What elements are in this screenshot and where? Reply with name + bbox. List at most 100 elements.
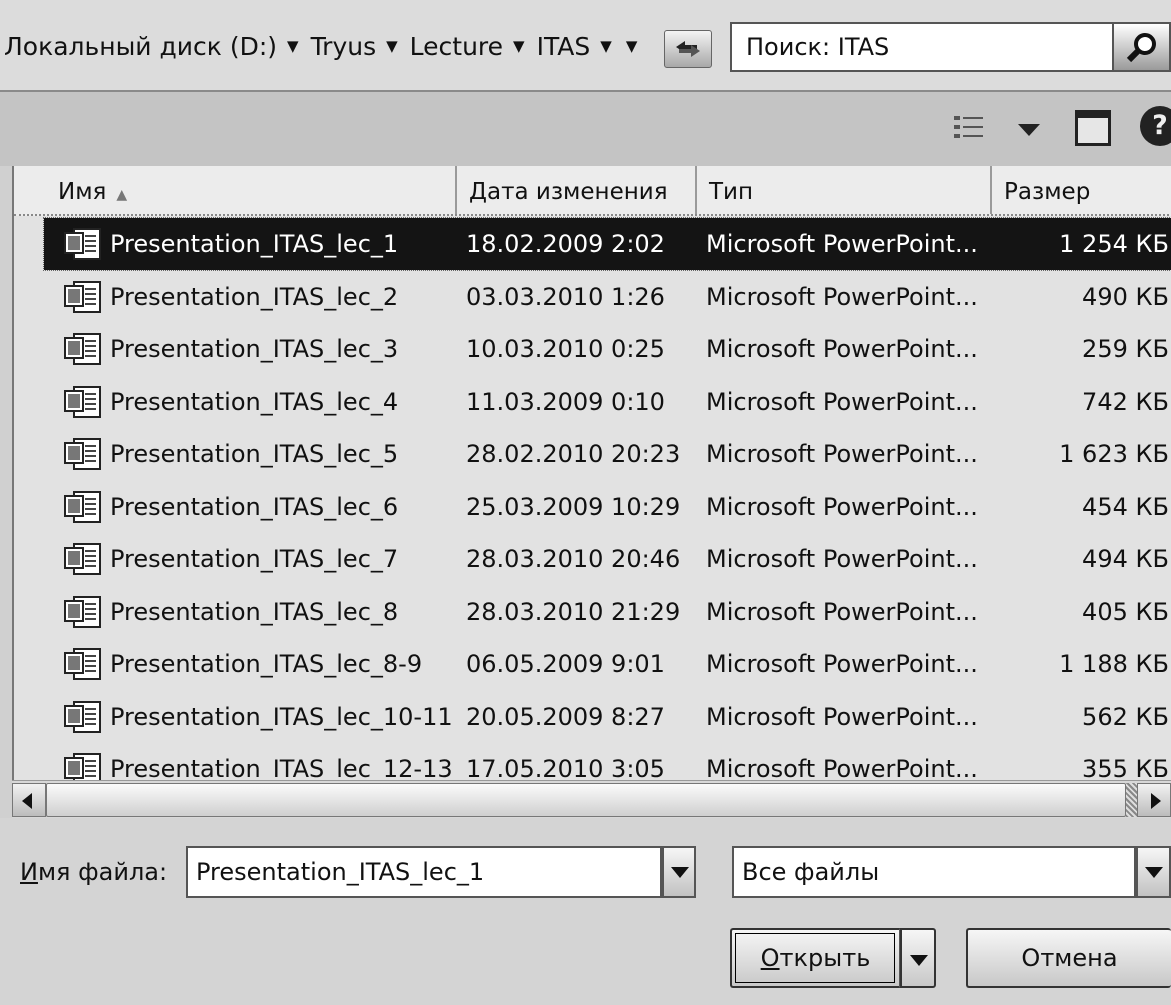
column-size[interactable]: Размер bbox=[992, 166, 1171, 214]
file-name: Presentation_ITAS_lec_3 bbox=[110, 335, 399, 363]
file-size: 355 КБ bbox=[1082, 755, 1169, 780]
column-name-label: Имя bbox=[58, 179, 107, 205]
file-date: 06.05.2009 9:01 bbox=[466, 650, 665, 678]
file-row[interactable]: Presentation_ITAS_lec_2 03.03.2010 1:26 Mi… bbox=[44, 271, 1171, 323]
file-size: 494 КБ bbox=[1082, 545, 1169, 573]
file-size: 259 КБ bbox=[1082, 335, 1169, 363]
column-size-label: Размер bbox=[1004, 179, 1091, 205]
views-icon[interactable] bbox=[952, 112, 986, 146]
file-name: Presentation_ITAS_lec_10-11 bbox=[110, 702, 453, 731]
file-row[interactable]: Presentation_ITAS_lec_5 28.02.2010 20:23 M… bbox=[44, 428, 1171, 480]
open-accesskey: О bbox=[760, 944, 780, 972]
open-button[interactable]: Открыть bbox=[730, 928, 900, 988]
chevron-right-icon[interactable]: ▼ bbox=[507, 37, 533, 55]
breadcrumb-lecture[interactable]: Lecture bbox=[406, 32, 507, 61]
column-type-label: Тип bbox=[709, 179, 754, 205]
filetype-select[interactable]: Все файлы bbox=[732, 846, 1136, 898]
powerpoint-file-icon bbox=[64, 280, 101, 313]
filename-label-text: мя файла: bbox=[37, 858, 168, 886]
file-name: Presentation_ITAS_lec_8 bbox=[110, 597, 399, 626]
file-row[interactable]: Presentation_ITAS_lec_3 10.03.2010 0:25 Mi… bbox=[44, 323, 1171, 375]
refresh-icon bbox=[676, 41, 700, 57]
preview-pane-icon[interactable] bbox=[1075, 110, 1111, 146]
column-header: Имя ▲ Дата изменения Тип Размер bbox=[14, 166, 1171, 216]
file-list: Имя ▲ Дата изменения Тип Размер Presentat… bbox=[12, 166, 1171, 780]
powerpoint-file-icon bbox=[64, 438, 101, 470]
file-size: 490 КБ bbox=[1082, 282, 1169, 311]
file-type: Microsoft PowerPoint... bbox=[706, 755, 978, 780]
file-row[interactable]: Presentation_ITAS_lec_7 28.03.2010 20:46 M… bbox=[44, 533, 1171, 585]
file-type: Microsoft PowerPoint... bbox=[706, 440, 978, 468]
powerpoint-file-icon bbox=[64, 228, 101, 260]
file-date: 20.05.2009 8:27 bbox=[466, 702, 665, 731]
scroll-right-button[interactable] bbox=[1137, 783, 1171, 817]
file-date: 28.03.2010 20:46 bbox=[466, 545, 681, 573]
file-type: Microsoft PowerPoint... bbox=[706, 230, 978, 258]
breadcrumb-drive[interactable]: Локальный диск (D:) bbox=[0, 32, 281, 61]
file-name: Presentation_ITAS_lec_12-13 bbox=[110, 755, 453, 780]
column-name[interactable]: Имя ▲ bbox=[14, 166, 457, 214]
chevron-right-icon[interactable]: ▼ bbox=[380, 37, 406, 55]
file-name: Presentation_ITAS_lec_6 bbox=[110, 492, 399, 521]
column-type[interactable]: Тип bbox=[697, 166, 992, 214]
search-icon bbox=[1126, 33, 1156, 63]
history-dropdown-icon[interactable]: ▼ bbox=[620, 37, 646, 55]
file-row[interactable]: Presentation_ITAS_lec_10-11 20.05.2009 8:… bbox=[44, 691, 1171, 743]
file-size: 1 254 КБ bbox=[1059, 230, 1169, 258]
file-row[interactable]: Presentation_ITAS_lec_8 28.03.2010 21:29 M… bbox=[44, 586, 1171, 638]
file-row[interactable]: Presentation_ITAS_lec_8-9 06.05.2009 9:01… bbox=[44, 638, 1171, 690]
file-type: Microsoft PowerPoint... bbox=[706, 335, 978, 363]
file-date: 18.02.2009 2:02 bbox=[466, 230, 665, 258]
views-dropdown-icon[interactable] bbox=[1018, 124, 1040, 136]
file-date: 28.02.2010 20:23 bbox=[466, 440, 681, 468]
file-size: 742 КБ bbox=[1082, 387, 1169, 416]
file-size: 454 КБ bbox=[1082, 492, 1169, 521]
file-date: 17.05.2010 3:05 bbox=[466, 755, 665, 780]
horizontal-scrollbar[interactable] bbox=[12, 780, 1171, 819]
file-type: Microsoft PowerPoint... bbox=[706, 492, 978, 521]
powerpoint-file-icon bbox=[64, 648, 101, 680]
breadcrumb-tryus[interactable]: Tryus bbox=[307, 32, 381, 61]
column-date[interactable]: Дата изменения bbox=[457, 166, 697, 214]
filetype-value: Все файлы bbox=[742, 858, 880, 886]
file-size: 562 КБ bbox=[1082, 702, 1169, 731]
file-name: Presentation_ITAS_lec_1 bbox=[110, 230, 399, 258]
filename-label: Имя файла: bbox=[20, 852, 167, 892]
scroll-thumb[interactable] bbox=[46, 783, 1126, 817]
file-date: 03.03.2010 1:26 bbox=[466, 282, 665, 311]
search-input[interactable]: Поиск: ITAS bbox=[730, 22, 1114, 72]
powerpoint-file-icon bbox=[64, 385, 101, 418]
filename-field[interactable]: Presentation_ITAS_lec_1 bbox=[186, 846, 662, 898]
file-size: 405 КБ bbox=[1082, 597, 1169, 626]
breadcrumb-itas[interactable]: ITAS bbox=[533, 32, 595, 61]
file-row[interactable]: Presentation_ITAS_lec_1 18.02.2009 2:02 Mi… bbox=[43, 217, 1171, 271]
file-type: Microsoft PowerPoint... bbox=[706, 545, 978, 573]
file-row[interactable]: Presentation_ITAS_lec_6 25.03.2009 10:29 M… bbox=[44, 481, 1171, 533]
filename-value: Presentation_ITAS_lec_1 bbox=[196, 858, 485, 886]
powerpoint-file-icon bbox=[64, 753, 101, 780]
chevron-right-icon[interactable]: ▼ bbox=[594, 37, 620, 55]
open-label: ткрыть bbox=[779, 944, 871, 972]
file-row[interactable]: Presentation_ITAS_lec_4 11.03.2009 0:10 Mi… bbox=[44, 376, 1171, 428]
chevron-right-icon[interactable]: ▼ bbox=[281, 37, 307, 55]
file-name: Presentation_ITAS_lec_5 bbox=[110, 440, 399, 468]
file-size: 1 623 КБ bbox=[1059, 440, 1169, 468]
refresh-button[interactable] bbox=[664, 30, 712, 68]
sort-ascending-icon: ▲ bbox=[116, 187, 128, 203]
filetype-dropdown-button[interactable] bbox=[1136, 846, 1171, 898]
file-row[interactable]: Presentation_ITAS_lec_12-13 17.05.2010 3:… bbox=[44, 743, 1171, 780]
file-date: 28.03.2010 21:29 bbox=[466, 597, 681, 626]
powerpoint-file-icon bbox=[64, 543, 101, 575]
breadcrumb: Локальный диск (D:) ▼ Tryus ▼ Lecture ▼ … bbox=[0, 18, 660, 74]
powerpoint-file-icon bbox=[64, 333, 101, 365]
cancel-button[interactable]: Отмена bbox=[966, 928, 1171, 988]
search-button[interactable] bbox=[1114, 22, 1171, 72]
cancel-label: Отмена bbox=[1021, 944, 1118, 972]
file-type: Microsoft PowerPoint... bbox=[706, 387, 978, 416]
scroll-left-button[interactable] bbox=[12, 783, 46, 817]
filename-dropdown-button[interactable] bbox=[662, 846, 696, 898]
open-options-button[interactable] bbox=[900, 928, 936, 988]
column-date-label: Дата изменения bbox=[469, 179, 668, 205]
file-type: Microsoft PowerPoint... bbox=[706, 650, 978, 678]
scroll-track[interactable] bbox=[1126, 783, 1137, 817]
